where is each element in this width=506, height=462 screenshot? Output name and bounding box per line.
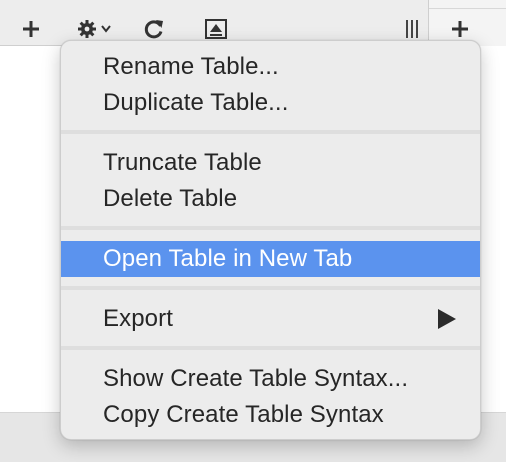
menu-item-truncate-table[interactable]: Truncate Table xyxy=(61,145,480,181)
menu-item-open-table-in-new-tab[interactable]: Open Table in New Tab xyxy=(61,241,480,277)
app-window: Rename Table... Duplicate Table... Trunc… xyxy=(0,0,506,462)
menu-item-duplicate-table[interactable]: Duplicate Table... xyxy=(61,85,480,121)
menu-item-export[interactable]: Export xyxy=(61,301,480,337)
menu-item-label: Rename Table... xyxy=(103,53,279,80)
menu-item-rename-table[interactable]: Rename Table... xyxy=(61,49,480,85)
menu-item-show-create-table-syntax[interactable]: Show Create Table Syntax... xyxy=(61,361,480,397)
submenu-arrow-icon xyxy=(438,309,456,329)
gear-icon xyxy=(78,20,96,38)
menu-separator xyxy=(61,286,480,290)
refresh-icon xyxy=(144,20,163,39)
menu-item-label: Truncate Table xyxy=(103,149,262,176)
plus-icon xyxy=(452,21,468,37)
add-table-button[interactable] xyxy=(18,14,44,44)
plus-icon xyxy=(23,21,39,37)
menu-separator xyxy=(61,346,480,350)
toolbar-top-line xyxy=(428,8,506,9)
chevron-down-icon xyxy=(101,25,111,33)
menu-separator xyxy=(61,130,480,134)
menu-item-label: Duplicate Table... xyxy=(103,89,289,116)
menu-item-label: Delete Table xyxy=(103,185,238,212)
menu-item-label: Copy Create Table Syntax xyxy=(103,401,384,428)
menu-item-label: Show Create Table Syntax... xyxy=(103,365,409,392)
table-context-menu: Rename Table... Duplicate Table... Trunc… xyxy=(60,40,481,440)
columns-icon xyxy=(406,20,418,38)
eject-icon xyxy=(205,19,227,39)
menu-item-label: Open Table in New Tab xyxy=(103,245,353,272)
menu-item-copy-create-table-syntax[interactable]: Copy Create Table Syntax xyxy=(61,397,480,433)
menu-item-label: Export xyxy=(103,305,173,332)
menu-separator xyxy=(61,226,480,230)
menu-item-delete-table[interactable]: Delete Table xyxy=(61,181,480,217)
